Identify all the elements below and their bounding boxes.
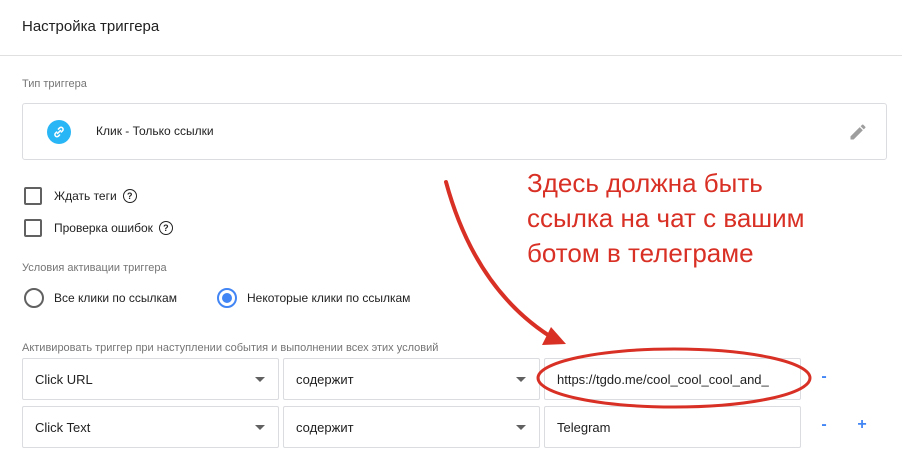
remove-row-button[interactable]: - xyxy=(817,368,831,386)
panel-header: Настройка триггера xyxy=(0,0,902,56)
dropdown-arrow-icon xyxy=(255,425,265,430)
variable-value: Click Text xyxy=(35,419,91,435)
dropdown-arrow-icon xyxy=(516,377,526,382)
annotation-line: Здесь должна быть xyxy=(527,168,763,198)
page-title: Настройка триггера xyxy=(22,18,160,35)
conditions-label: Активировать триггер при наступлении соб… xyxy=(22,342,439,354)
operator-value: содержит xyxy=(296,371,354,387)
activation-label: Условия активации триггера xyxy=(22,262,167,274)
help-icon[interactable]: ? xyxy=(122,189,137,203)
check-errors-checkbox[interactable] xyxy=(24,219,42,237)
some-clicks-radio[interactable] xyxy=(217,288,237,308)
trigger-type-card[interactable]: Клик - Только ссылки xyxy=(22,103,887,160)
help-icon[interactable]: ? xyxy=(158,221,173,235)
operator-select[interactable]: содержит xyxy=(283,406,540,448)
variable-select[interactable]: Click Text xyxy=(22,406,279,448)
some-clicks-label: Некоторые клики по ссылкам xyxy=(247,291,411,305)
all-clicks-radio[interactable] xyxy=(24,288,44,308)
condition-value-input[interactable] xyxy=(544,358,801,400)
wait-tags-option[interactable]: Ждать теги ? xyxy=(24,186,137,206)
add-row-button[interactable]: + xyxy=(855,416,869,434)
annotation-text: Здесь должна быть ссылка на чат с вашим … xyxy=(527,166,887,271)
trigger-type-name: Клик - Только ссылки xyxy=(96,124,214,138)
variable-value: Click URL xyxy=(35,371,93,387)
dropdown-arrow-icon xyxy=(255,377,265,382)
arrow-head xyxy=(542,327,566,345)
check-errors-label: Проверка ошибок xyxy=(54,221,153,235)
some-clicks-option[interactable]: Некоторые клики по ссылкам xyxy=(217,288,410,308)
operator-value: содержит xyxy=(296,419,354,435)
all-clicks-label: Все клики по ссылкам xyxy=(54,291,177,305)
check-errors-option[interactable]: Проверка ошибок ? xyxy=(24,218,173,238)
link-icon xyxy=(47,120,71,144)
remove-row-button[interactable]: - xyxy=(817,416,831,434)
operator-select[interactable]: содержит xyxy=(283,358,540,400)
trigger-type-label: Тип триггера xyxy=(22,78,87,90)
annotation-line: ботом в телеграме xyxy=(527,238,754,268)
wait-tags-label: Ждать теги xyxy=(54,189,117,203)
pencil-icon[interactable] xyxy=(848,122,868,142)
annotation-line: ссылка на чат с вашим xyxy=(527,203,805,233)
wait-tags-checkbox[interactable] xyxy=(24,187,42,205)
condition-value-input[interactable] xyxy=(544,406,801,448)
variable-select[interactable]: Click URL xyxy=(22,358,279,400)
all-clicks-option[interactable]: Все клики по ссылкам xyxy=(24,288,177,308)
dropdown-arrow-icon xyxy=(516,425,526,430)
